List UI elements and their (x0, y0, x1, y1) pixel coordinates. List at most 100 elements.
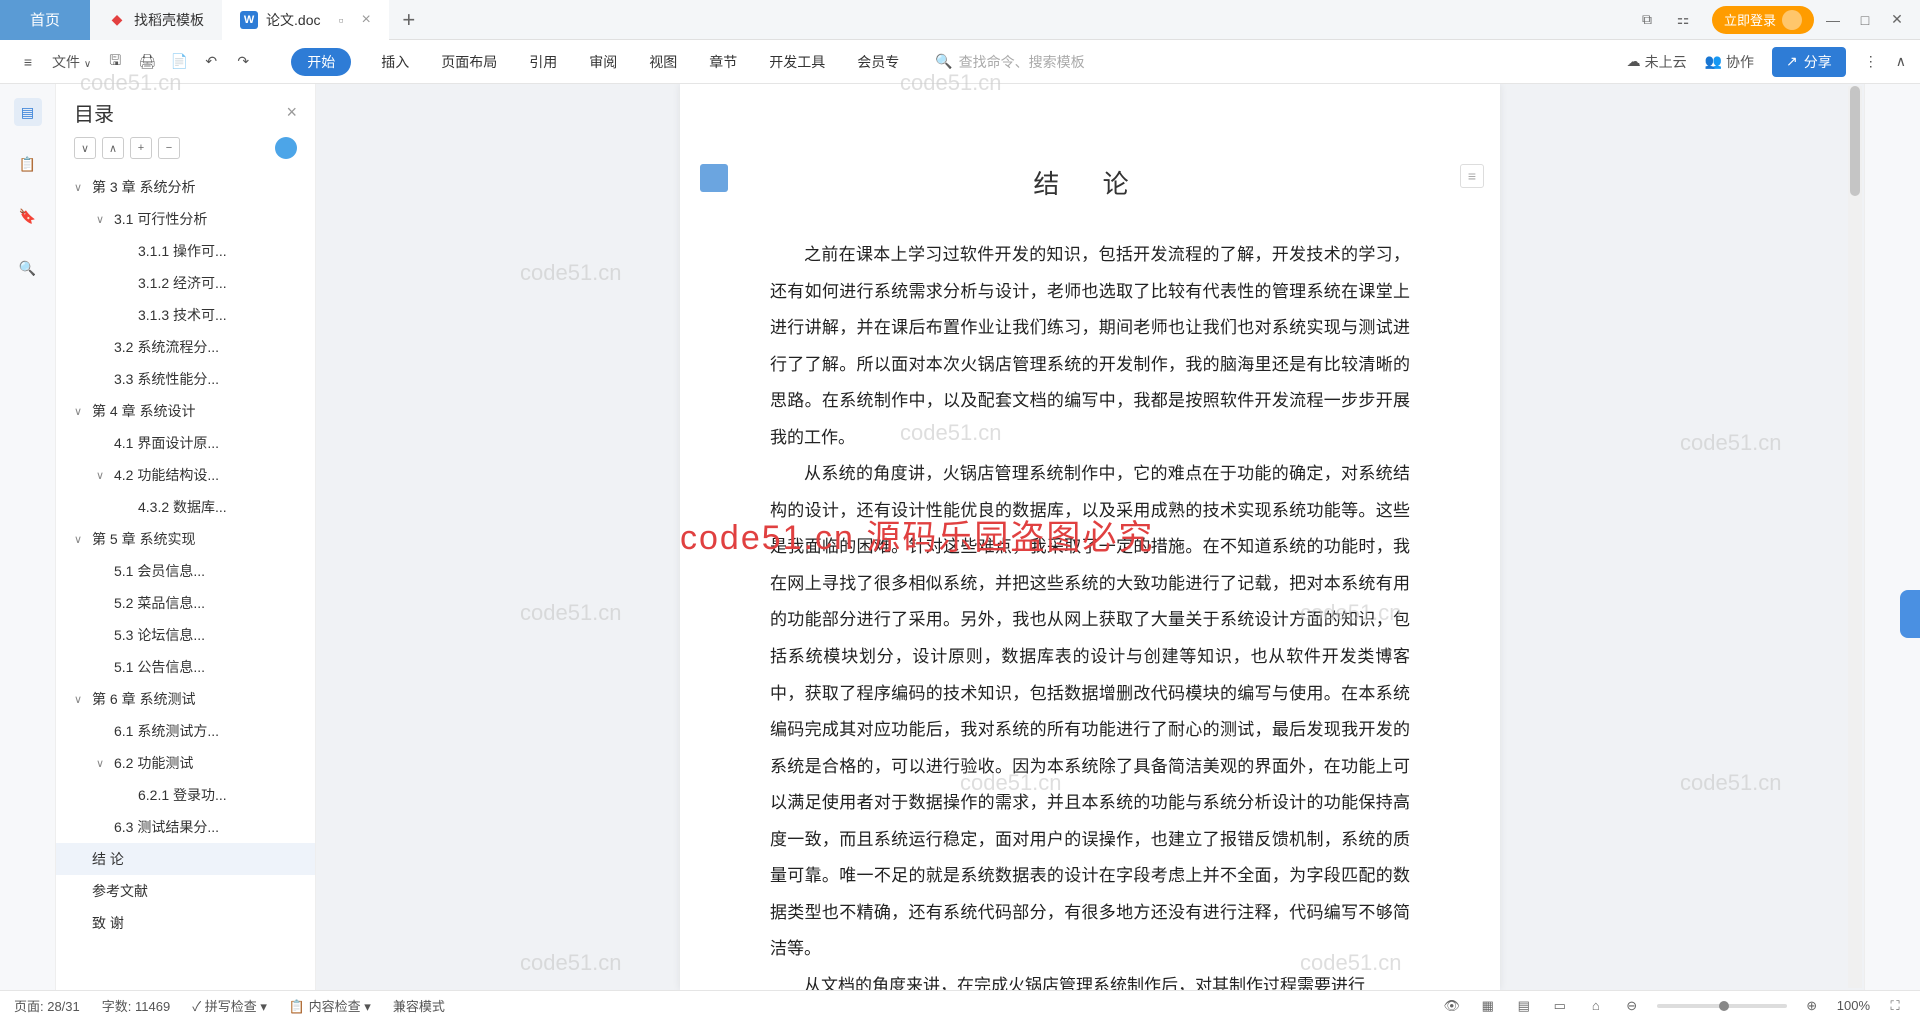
outline-item[interactable]: ∨3.1 可行性分析 (56, 203, 315, 235)
save-icon[interactable]: 🖫 (101, 48, 129, 76)
right-rail (1864, 84, 1920, 990)
outline-item[interactable]: 5.2 菜品信息... (56, 587, 315, 619)
close-tab-icon[interactable]: × (361, 11, 370, 29)
hamburger-icon[interactable]: ≡ (14, 48, 42, 76)
outline-icon[interactable]: ▤ (14, 98, 42, 126)
redo-icon[interactable]: ↷ (229, 48, 257, 76)
collapse-ribbon-icon[interactable]: ∧ (1896, 53, 1906, 70)
print-icon[interactable]: 🖨 (133, 48, 161, 76)
zoom-in-icon[interactable]: ⊕ (1801, 995, 1823, 1017)
preview-icon[interactable]: 📄 (165, 48, 193, 76)
outline-item[interactable]: ∨第 6 章 系统测试 (56, 683, 315, 715)
menu-view[interactable]: 视图 (647, 48, 679, 76)
page-pin-icon[interactable]: ≡ (1460, 164, 1484, 188)
statusbar: 页面: 28/31 字数: 11469 ✓ 拼写检查 ▾ 📋 内容检查 ▾ 兼容… (0, 990, 1920, 1020)
outline-item[interactable]: ∨4.2 功能结构设... (56, 459, 315, 491)
outline-item[interactable]: ∨第 4 章 系统设计 (56, 395, 315, 427)
outline-item[interactable]: 6.3 测试结果分... (56, 811, 315, 843)
menu-layout[interactable]: 页面布局 (439, 48, 499, 76)
outline-item[interactable]: 参考文献 (56, 875, 315, 907)
search-box[interactable]: 🔍 查找命令、搜索模板 (935, 52, 1084, 72)
menu-review[interactable]: 审阅 (587, 48, 619, 76)
zoom-slider[interactable] (1657, 1004, 1787, 1008)
close-outline-icon[interactable]: × (286, 102, 297, 123)
maximize-icon[interactable]: □ (1852, 7, 1878, 33)
share-button[interactable]: ↗分享 (1772, 47, 1846, 77)
content-check[interactable]: 📋 内容检查 ▾ (289, 996, 371, 1015)
collapse-all-icon[interactable]: ∨ (74, 137, 96, 159)
outline-item[interactable]: ∨6.2 功能测试 (56, 747, 315, 779)
sync-icon[interactable] (275, 137, 297, 159)
outline-item[interactable]: ∨第 3 章 系统分析 (56, 171, 315, 203)
close-window-icon[interactable]: ✕ (1884, 7, 1910, 33)
float-window-icon[interactable]: ▫ (338, 12, 343, 28)
apps-icon[interactable]: ⚏ (1670, 7, 1696, 33)
outline-item[interactable]: 致 谢 (56, 907, 315, 939)
outline-item[interactable]: 3.3 系统性能分... (56, 363, 315, 395)
outline-item[interactable]: 6.2.1 登录功... (56, 779, 315, 811)
undo-icon[interactable]: ↶ (197, 48, 225, 76)
outline-item[interactable]: ∨第 5 章 系统实现 (56, 523, 315, 555)
menu-dev[interactable]: 开发工具 (767, 48, 827, 76)
menu-reference[interactable]: 引用 (527, 48, 559, 76)
bookmark-icon[interactable]: 🔖 (14, 202, 42, 230)
find-icon[interactable]: 🔍 (14, 254, 42, 282)
word-count[interactable]: 字数: 11469 (102, 996, 170, 1015)
document-area[interactable]: ≡ 结 论 之前在课本上学习过软件开发的知识，包括开发流程的了解，开发技术的学习… (316, 84, 1864, 990)
fullscreen-icon[interactable]: ⛶ (1884, 995, 1906, 1017)
cloud-status[interactable]: ☁未上云 (1627, 52, 1687, 72)
doc-paragraph: 从系统的角度讲，火锅店管理系统制作中，它的难点在于功能的确定，对系统结构的设计，… (770, 456, 1410, 968)
page: ≡ 结 论 之前在课本上学习过软件开发的知识，包括开发流程的了解，开发技术的学习… (680, 84, 1500, 990)
view1-icon[interactable]: ▦ (1477, 995, 1499, 1017)
tab-template[interactable]: ◆ 找稻壳模板 (90, 0, 222, 40)
scrollbar-thumb[interactable] (1850, 86, 1860, 196)
outline-item[interactable]: 5.1 公告信息... (56, 651, 315, 683)
outline-item[interactable]: 5.3 论坛信息... (56, 619, 315, 651)
menu-insert[interactable]: 插入 (379, 48, 411, 76)
people-icon: 👥 (1705, 53, 1722, 70)
zoom-value[interactable]: 100% (1837, 998, 1870, 1013)
outline-item[interactable]: 3.1.1 操作可... (56, 235, 315, 267)
view2-icon[interactable]: ▤ (1513, 995, 1535, 1017)
clipboard-icon[interactable]: 📋 (14, 150, 42, 178)
side-panel-handle[interactable] (1900, 590, 1920, 638)
readmode-icon[interactable]: 👁 (1441, 995, 1463, 1017)
menu-vip[interactable]: 会员专 (855, 48, 901, 76)
outline-item[interactable]: 结 论 (56, 843, 315, 875)
outline-item[interactable]: 3.1.3 技术可... (56, 299, 315, 331)
search-icon: 🔍 (935, 53, 952, 70)
add-outline-icon[interactable]: + (130, 137, 152, 159)
zoom-out-icon[interactable]: ⊖ (1621, 995, 1643, 1017)
view3-icon[interactable]: ▭ (1549, 995, 1571, 1017)
layout-icon[interactable]: ⧉ (1634, 7, 1660, 33)
outline-item[interactable]: 3.2 系统流程分... (56, 331, 315, 363)
outline-item[interactable]: 6.1 系统测试方... (56, 715, 315, 747)
page-badge-icon[interactable] (700, 164, 728, 192)
file-menu[interactable]: 文件 ∨ (46, 52, 97, 72)
spellcheck-toggle[interactable]: ✓ 拼写检查 ▾ (192, 996, 267, 1015)
outline-item[interactable]: 4.3.2 数据库... (56, 491, 315, 523)
minimize-icon[interactable]: — (1820, 7, 1846, 33)
docer-icon: ◆ (108, 11, 126, 29)
outline-list[interactable]: ∨第 3 章 系统分析∨3.1 可行性分析3.1.1 操作可...3.1.2 经… (56, 167, 315, 990)
collab-button[interactable]: 👥协作 (1705, 52, 1754, 72)
view4-icon[interactable]: ⌂ (1585, 995, 1607, 1017)
page-indicator[interactable]: 页面: 28/31 (14, 996, 80, 1015)
compat-mode[interactable]: 兼容模式 (393, 996, 445, 1015)
doc-paragraph: 之前在课本上学习过软件开发的知识，包括开发流程的了解，开发技术的学习，还有如何进… (770, 237, 1410, 456)
tab-document[interactable]: W 论文.doc ▫ × (222, 0, 389, 40)
new-tab-button[interactable]: + (389, 7, 429, 33)
outline-title: 目录 (74, 98, 114, 127)
vertical-scrollbar[interactable] (1848, 86, 1862, 988)
login-button[interactable]: 立即登录 (1712, 6, 1814, 34)
outline-item[interactable]: 5.1 会员信息... (56, 555, 315, 587)
outline-item[interactable]: 3.1.2 经济可... (56, 267, 315, 299)
doc-body: 之前在课本上学习过软件开发的知识，包括开发流程的了解，开发技术的学习，还有如何进… (770, 237, 1410, 990)
outline-item[interactable]: 4.1 界面设计原... (56, 427, 315, 459)
menu-chapter[interactable]: 章节 (707, 48, 739, 76)
tab-home[interactable]: 首页 (0, 0, 90, 40)
expand-all-icon[interactable]: ∧ (102, 137, 124, 159)
remove-outline-icon[interactable]: − (158, 137, 180, 159)
menu-start[interactable]: 开始 (291, 48, 351, 76)
more-icon[interactable]: ⋮ (1864, 53, 1878, 70)
